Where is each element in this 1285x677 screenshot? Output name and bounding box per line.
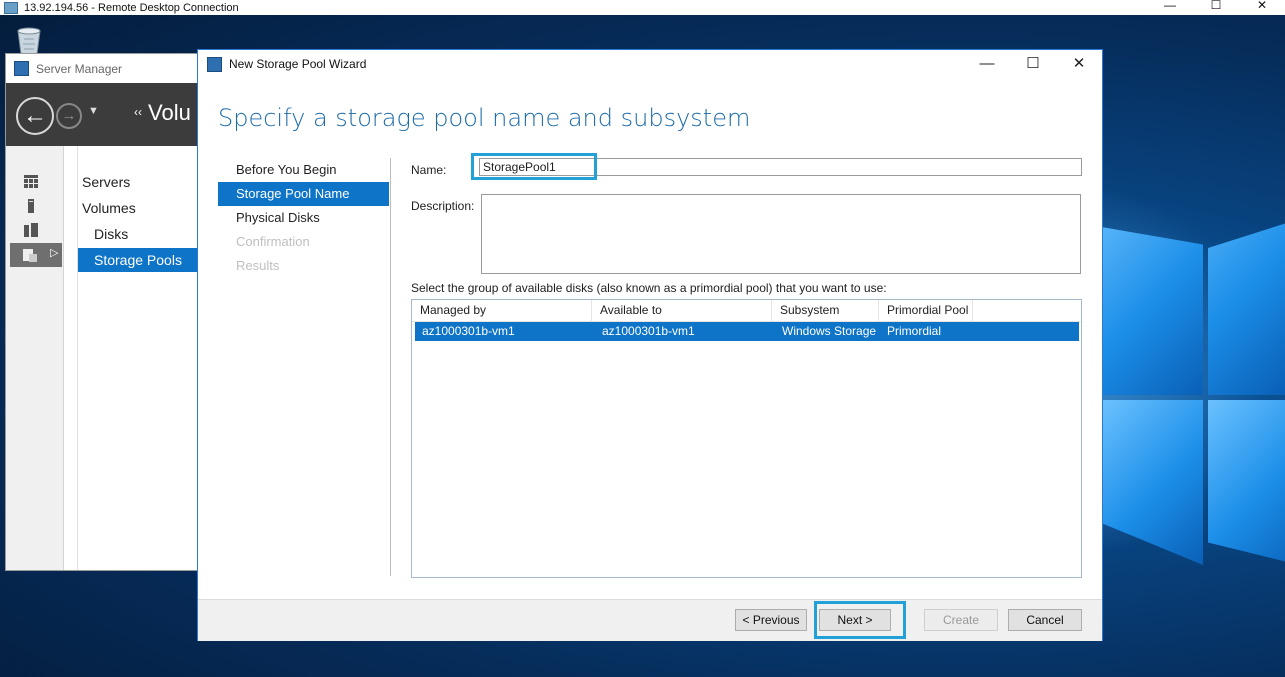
server-manager-title-bar: Server Manager	[6, 54, 201, 83]
name-highlight-box	[471, 153, 597, 180]
breadcrumb-chevrons-icon: ‹‹	[134, 105, 142, 119]
forward-arrow-icon: →	[61, 107, 77, 124]
grid-header: Managed by Available to Subsystem Primor…	[412, 300, 1081, 322]
step-results: Results	[236, 258, 280, 273]
rdp-close-button[interactable]: ✕	[1239, 0, 1285, 15]
description-label: Description:	[411, 199, 475, 213]
cell-subsystem: Windows Storage	[782, 324, 877, 338]
wizard-app-icon	[207, 56, 222, 72]
next-highlight-box	[814, 601, 906, 639]
rdp-maximize-button[interactable]: ☐	[1193, 0, 1239, 15]
column-subsystem[interactable]: Subsystem	[772, 300, 879, 321]
nav-item-servers[interactable]: Servers	[78, 170, 201, 194]
forward-button[interactable]: →	[56, 103, 82, 129]
rdp-title-bar: 13.92.194.56 - Remote Desktop Connection…	[0, 0, 1285, 15]
wizard-maximize-button[interactable]: ☐	[1010, 50, 1056, 78]
server-manager-icon	[14, 61, 29, 76]
wizard-minimize-button[interactable]: —	[964, 50, 1010, 78]
breadcrumb-volumes[interactable]: Volu	[148, 100, 191, 125]
nav-item-volumes[interactable]: Volumes	[78, 196, 201, 220]
server-manager-toolbar: ← → ▼ ‹‹ Volu	[6, 83, 201, 146]
expand-chevron-icon: ▷	[50, 247, 59, 259]
cell-available-to: az1000301b-vm1	[602, 324, 695, 338]
wizard-window-controls: — ☐ ✕	[964, 50, 1102, 78]
cell-managed-by: az1000301b-vm1	[422, 324, 515, 338]
all-servers-icon[interactable]	[16, 218, 50, 242]
rdp-title: 13.92.194.56 - Remote Desktop Connection	[24, 1, 239, 14]
column-available-to[interactable]: Available to	[592, 300, 772, 321]
cancel-button[interactable]: Cancel	[1008, 609, 1082, 631]
rdp-window-controls: — ☐ ✕	[1147, 0, 1285, 15]
back-arrow-icon: ←	[23, 102, 47, 129]
primordial-pool-prompt: Select the group of available disks (als…	[411, 281, 887, 295]
previous-button[interactable]: < Previous	[735, 609, 807, 631]
server-manager-title: Server Manager	[36, 61, 123, 76]
step-storage-pool-name[interactable]: Storage Pool Name	[218, 182, 389, 206]
breadcrumb: ‹‹ Volu	[134, 100, 191, 126]
server-manager-nav: Servers Volumes Disks Storage Pools	[77, 146, 201, 570]
wizard-title: New Storage Pool Wizard	[229, 57, 367, 71]
column-managed-by[interactable]: Managed by	[412, 300, 592, 321]
back-button[interactable]: ←	[16, 97, 54, 135]
wizard-steps: Before You Begin Storage Pool Name Physi…	[218, 158, 389, 278]
primordial-pool-grid: Managed by Available to Subsystem Primor…	[411, 299, 1082, 578]
nav-item-storage-pools[interactable]: Storage Pools	[78, 248, 201, 272]
rdp-minimize-button[interactable]: —	[1147, 0, 1193, 15]
wizard-close-button[interactable]: ✕	[1056, 50, 1102, 78]
server-manager-body: ▷ Servers Volumes Disks Storage Pools	[6, 146, 201, 570]
create-button: Create	[924, 609, 998, 631]
step-before-you-begin[interactable]: Before You Begin	[218, 158, 389, 182]
new-storage-pool-wizard: New Storage Pool Wizard — ☐ ✕ Specify a …	[197, 49, 1103, 641]
dashboard-icon[interactable]	[16, 170, 50, 194]
file-storage-icon[interactable]: ▷	[10, 243, 62, 267]
column-primordial-pool[interactable]: Primordial Pool	[879, 300, 973, 321]
nav-item-disks[interactable]: Disks	[78, 222, 201, 246]
server-manager-window: Server Manager ← → ▼ ‹‹ Volu ▷ Servers V…	[5, 53, 202, 571]
recycle-bin-icon[interactable]	[12, 25, 46, 55]
local-server-icon[interactable]	[16, 194, 50, 218]
wizard-title-bar: New Storage Pool Wizard — ☐ ✕	[198, 50, 1102, 78]
table-row[interactable]: az1000301b-vm1 az1000301b-vm1 Windows St…	[415, 322, 1079, 341]
step-confirmation: Confirmation	[236, 234, 310, 249]
step-physical-disks[interactable]: Physical Disks	[218, 206, 389, 230]
remote-desktop-icon	[4, 1, 18, 14]
steps-divider	[390, 158, 391, 576]
icon-rail: ▷	[6, 146, 64, 570]
cell-primordial-pool: Primordial	[887, 324, 942, 338]
description-input[interactable]	[481, 194, 1081, 274]
name-label: Name:	[411, 163, 447, 177]
wizard-heading: Specify a storage pool name and subsyste…	[218, 104, 751, 132]
history-dropdown-icon[interactable]: ▼	[88, 105, 99, 117]
